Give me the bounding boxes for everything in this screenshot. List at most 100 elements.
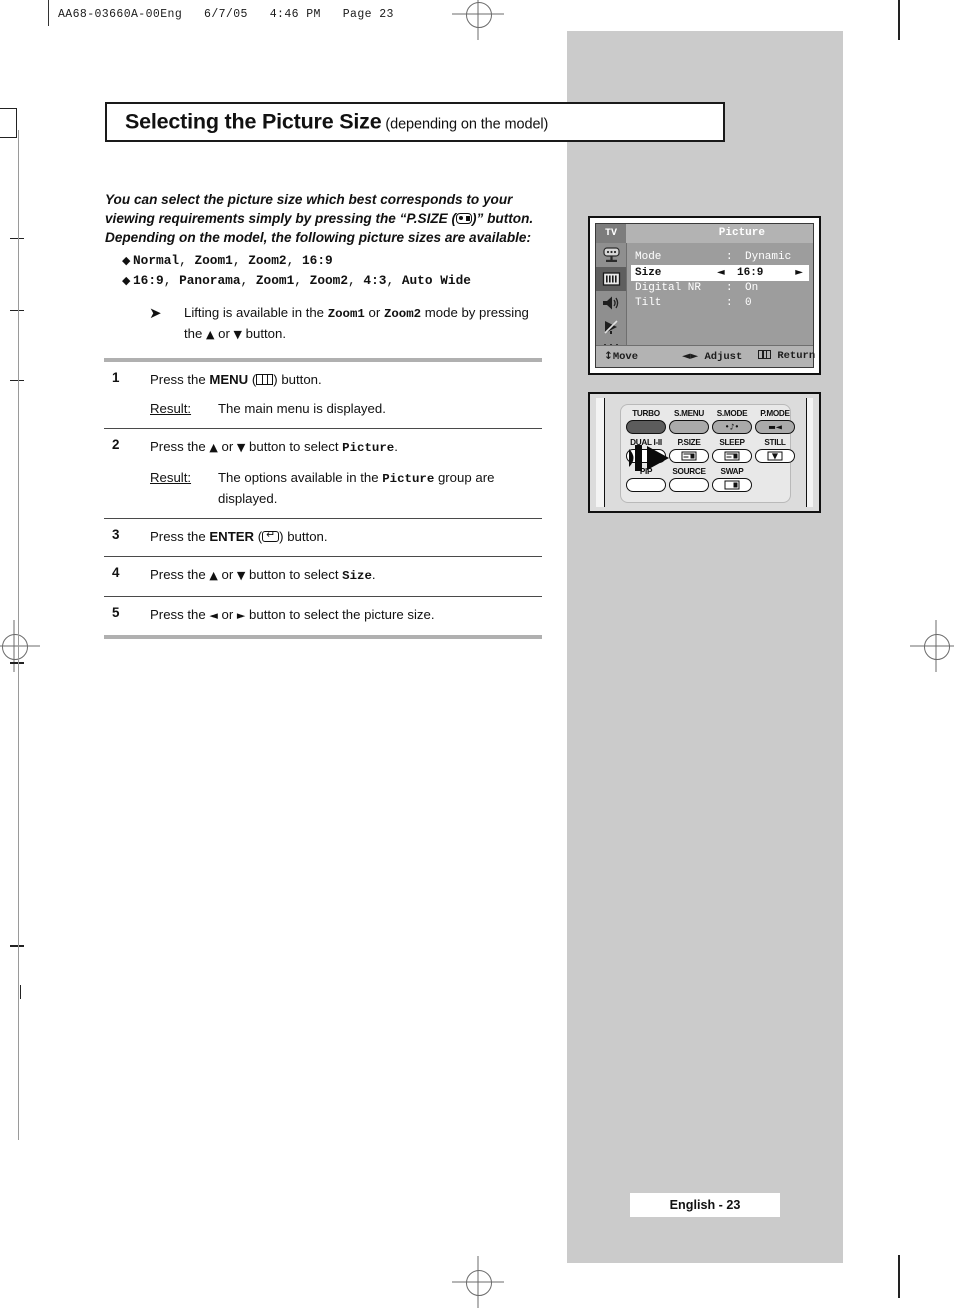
step-text: button to select: [245, 567, 343, 582]
intro-paragraph: You can select the picture size which be…: [105, 190, 545, 248]
up-arrow-icon: ▲: [209, 441, 218, 454]
picture-mode-icon: ▬◄: [768, 422, 782, 432]
intro-line-3: Depending on the model, the following pi…: [105, 230, 532, 246]
page-subtitle: (depending on the model): [381, 116, 549, 133]
left-arrow-icon: ◄: [209, 609, 218, 622]
print-header: AA68-03660A-00Eng 6/7/05 4:46 PM Page 23: [58, 8, 394, 21]
button-key[interactable]: •♪•: [712, 420, 752, 434]
crop-mark: [10, 662, 24, 664]
osd-row-tilt[interactable]: Tilt : 0: [635, 296, 809, 311]
channel-dish-icon[interactable]: [596, 315, 626, 339]
step-number: 5: [112, 605, 120, 620]
remote-button-still[interactable]: STILL ▼: [752, 438, 798, 463]
remote-button-pmode[interactable]: P.MODE ▬◄: [752, 409, 798, 434]
osd-row-size-selected[interactable]: Size ◄ 16:9 ►: [631, 265, 809, 281]
step-text: Press the: [150, 567, 210, 582]
step-text: (: [248, 372, 257, 387]
button-key[interactable]: ▬◄: [755, 420, 795, 434]
input-source-icon[interactable]: [596, 243, 626, 267]
crop-mark: [16, 108, 17, 138]
note-block: ➤ Lifting is available in the Zoom1 or Z…: [149, 303, 549, 344]
sound-mode-icon: •♪•: [724, 422, 740, 432]
step-number: 3: [112, 527, 120, 542]
osd-label: Tilt: [635, 297, 662, 309]
registration-mark-left: [0, 620, 40, 672]
step-text: .: [394, 439, 398, 454]
osd-colon: :: [726, 282, 733, 294]
button-label: TURBO: [632, 409, 660, 418]
button-key[interactable]: [712, 478, 752, 492]
step-text: ) button.: [279, 529, 328, 544]
procedure-steps: 1 Press the MENU ( ) button. Result: The m…: [104, 358, 542, 639]
button-key[interactable]: [669, 420, 709, 434]
divider: [104, 635, 542, 639]
left-arrow-icon[interactable]: ◄: [717, 265, 725, 281]
note-mode-2: Zoom2: [383, 307, 422, 321]
diamond-bullet-icon: ◆: [122, 274, 131, 287]
right-arrow-icon[interactable]: ►: [795, 265, 803, 281]
enter-icon: ↵: [262, 529, 280, 542]
step-number: 2: [112, 437, 120, 452]
picture-icon[interactable]: [596, 267, 626, 291]
step-text: (: [254, 529, 263, 544]
remote-button-smenu[interactable]: S.MENU: [666, 409, 712, 434]
crop-mark: [10, 380, 24, 381]
hint-move: ↕Move: [604, 346, 638, 367]
crop-mark: [0, 108, 16, 109]
button-key[interactable]: [669, 478, 709, 492]
list-item: ◆ 16:9, Panorama, Zoom1, Zoom2, 4:3, Auto…: [122, 271, 542, 291]
key-label-menu: MENU: [209, 372, 249, 387]
leftright-arrow-icon: ◄►: [682, 350, 699, 362]
intro-line-1: You can select the picture size which be…: [105, 192, 513, 207]
step-3: 3 Press the ENTER (↵) button.: [104, 519, 542, 556]
registration-mark-top: [452, 0, 504, 40]
pointer-arrow-icon: [629, 443, 685, 473]
trim-mark-vertical: [48, 0, 49, 26]
remote-button-smode[interactable]: S.MODE •♪•: [709, 409, 755, 434]
button-key[interactable]: [626, 478, 666, 492]
bullet-item: Zoom2: [248, 253, 287, 268]
step-text: or: [217, 607, 237, 622]
step-number: 4: [112, 565, 120, 580]
crop-mark: [10, 310, 24, 311]
step-5: 5 Press the ◄ or ► button to select the …: [104, 597, 542, 635]
intro-line-2b: )” button.: [472, 211, 534, 227]
step-result: Result: The main menu is displayed.: [150, 399, 542, 418]
sound-icon[interactable]: [596, 291, 626, 315]
diamond-bullet-icon: ◆: [122, 254, 131, 267]
note-text-d: or: [214, 326, 234, 341]
list-item: ◆ Normal, Zoom1, Zoom2, 16:9: [122, 251, 542, 271]
button-label: SLEEP: [719, 438, 745, 447]
menu-icon: [256, 374, 274, 385]
osd-icon-sidebar: [596, 243, 627, 358]
osd-option-list: Mode : Dynamic Size ◄ 16:9 ► Digital NR …: [627, 243, 813, 346]
button-key[interactable]: [626, 420, 666, 434]
osd-value: Dynamic: [745, 251, 792, 263]
hint-label: Return: [777, 350, 816, 362]
osd-label: Digital NR: [635, 282, 702, 294]
step-4: 4 Press the ▲ or ▼ button to select Size…: [104, 557, 542, 596]
result-label: Result:: [150, 470, 192, 485]
remote-button-turbo[interactable]: TURBO: [623, 409, 669, 434]
down-arrow-icon: ▼: [233, 328, 242, 341]
intro-line-2a: viewing requirements simply by pressing …: [105, 211, 457, 227]
remote-button-sleep[interactable]: SLEEP: [709, 438, 755, 463]
step-number: 1: [112, 370, 120, 385]
bullet-item: Normal: [133, 253, 180, 268]
step-text: Press the: [150, 529, 210, 544]
osd-value: On: [745, 282, 759, 294]
osd-picture-menu: TV Picture Mode : Dynamic Size ◄ 16:9 ► …: [588, 216, 821, 375]
button-key[interactable]: [712, 449, 752, 463]
remote-button-swap[interactable]: SWAP: [709, 467, 755, 492]
osd-row-digital-nr[interactable]: Digital NR : On: [635, 281, 809, 296]
osd-row-mode[interactable]: Mode : Dynamic: [635, 250, 809, 265]
menu-name-size: Size: [342, 569, 372, 583]
button-label: S.MENU: [673, 409, 705, 418]
bullet-item: Zoom2: [309, 273, 349, 288]
note-arrow-icon: ➤: [149, 304, 162, 322]
osd-colon: :: [726, 251, 733, 263]
step-instruction: Press the ENTER (↵) button.: [150, 527, 542, 546]
osd-value: 0: [745, 297, 752, 309]
button-key[interactable]: ▼: [755, 449, 795, 463]
page-edge-rule: [898, 0, 900, 40]
